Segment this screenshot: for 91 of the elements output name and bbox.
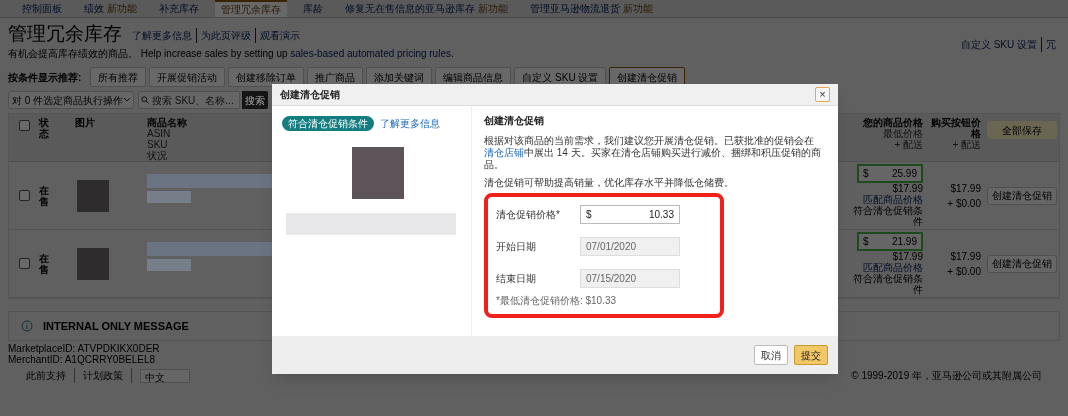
match-price-link[interactable]: 匹配商品价格	[863, 194, 923, 205]
nav-tab[interactable]: 管理冗余库存	[215, 0, 287, 17]
nav-tab[interactable]: 库龄	[297, 0, 329, 17]
buybox-price: $17.99	[949, 249, 981, 264]
new-label: 新功能	[623, 2, 653, 16]
search-icon	[141, 96, 149, 104]
checkbox[interactable]	[18, 190, 30, 201]
min-price-note: *最低清仓促销价格: $10.33	[496, 294, 618, 308]
filter-button[interactable]: 编辑商品信息	[435, 67, 512, 87]
filter-label: 按条件显示推荐:	[8, 70, 82, 85]
nav-tab[interactable]: 修复无在售信息的亚马逊库存 新功能	[339, 0, 514, 17]
nav-tab[interactable]: 管理亚马逊物流退货 新功能	[524, 0, 659, 17]
learn-more-link[interactable]: 了解更多信息	[380, 116, 440, 131]
column-subheader: SKU	[147, 139, 169, 150]
field-label: 清仓促销价格*	[496, 208, 561, 222]
action-dropdown[interactable]: 创建清仓促销	[987, 186, 1057, 205]
column-header: 图片	[75, 117, 96, 128]
message-title: INTERNAL ONLY MESSAGE	[43, 318, 189, 334]
column-header: 商品名称	[147, 117, 188, 128]
clearance-store-link[interactable]: 清仓店铺	[484, 147, 524, 158]
modal-title: 创建清仓促销	[280, 88, 340, 102]
column-subheader: + 配送	[951, 139, 981, 150]
copyright-text: © 1999-2019 年，亚马逊公司或其附属公司	[851, 369, 1042, 383]
status-text: 在售	[39, 252, 50, 275]
section-heading: 创建清仓促销	[484, 114, 545, 128]
lowest-price: $17.99	[892, 252, 923, 262]
checkbox[interactable]	[18, 120, 30, 131]
settings-link[interactable]: 自定义 SKU 设置	[956, 37, 1041, 52]
column-subheader: + 配送	[894, 139, 923, 150]
column-header: 购买按钮价格	[930, 117, 981, 139]
note-text: 清仓促销可帮助提高销量，优化库存水平并降低仓储费。	[484, 176, 735, 190]
photo-placeholder	[77, 179, 109, 212]
id-text: MerchantID: A1QCRRY0BELEL8	[8, 354, 156, 365]
footer-link[interactable]: 此前支持	[26, 368, 75, 383]
action-dropdown[interactable]: 创建清仓促销	[987, 254, 1057, 273]
lowest-price: $17.99	[892, 184, 923, 194]
search-button[interactable]: 搜索	[242, 91, 268, 109]
page-title: 管理冗余库存	[8, 23, 122, 45]
filter-button[interactable]: 创建清仓促销	[609, 67, 686, 87]
filter-button[interactable]: 所有推荐	[90, 67, 147, 87]
bulk-action-dropdown[interactable]: 对 0 件选定商品执行操作	[8, 91, 134, 109]
nav-tab[interactable]: 补充库存	[153, 0, 205, 17]
input-field[interactable]: $ 10.33	[580, 205, 680, 224]
match-price-link[interactable]: 匹配商品价格	[863, 262, 923, 273]
submit-button[interactable]: 提交	[794, 345, 828, 365]
nav-tab[interactable]: 控制面板	[16, 0, 68, 17]
id-text: MarketplaceID: ATVPDKIKX0DER	[8, 343, 160, 354]
eligible-note: 符合清仓促销条件	[852, 205, 923, 227]
price-field[interactable]: $ 21.99	[857, 232, 923, 251]
header-link[interactable]: 观看演示	[255, 28, 304, 43]
column-subheader: ASIN	[147, 128, 172, 139]
eligible-note: 符合清仓促销条件	[852, 273, 923, 295]
column-header: 状态	[39, 117, 50, 139]
header-link[interactable]: 了解更多信息	[128, 28, 196, 43]
pricing-rules-link[interactable]: sales-based automated pricing rules	[290, 48, 451, 59]
filter-button[interactable]: 推广商品	[307, 67, 364, 87]
page-subtitle: 有机会提高库存绩效的商品。 Help increase sales by setting up sales-based automated pricing rules.	[8, 47, 455, 61]
save-all-button[interactable]: 全部保存	[987, 121, 1057, 139]
chevron-down-icon	[124, 98, 130, 102]
checkbox[interactable]	[18, 258, 30, 269]
blurred-text-placeholder	[147, 259, 191, 271]
footer-link[interactable]: 计划政策	[83, 368, 132, 383]
buybox-price: $17.99	[949, 181, 981, 196]
column-subheader: 最低价格	[883, 128, 923, 139]
header-link[interactable]: 为此页评级	[196, 28, 255, 43]
description-text: 根据对该商品的当前需求，我们建议您开展清仓促销。已获批准的促销会在 清仓店铺中展出 14 天。买家在清仓店铺购买进行减价、捆绑和积压促销的商品。	[484, 135, 822, 171]
price-field[interactable]: $ 25.99	[857, 164, 923, 183]
settings-link[interactable]: 冗	[1041, 37, 1060, 52]
cancel-button[interactable]: 取消	[754, 345, 788, 365]
eligible-badge: 符合清仓促销条件	[282, 116, 374, 131]
field-label: 结束日期	[496, 272, 537, 286]
filter-button[interactable]: 创建移除订单	[228, 67, 305, 87]
field-label: 开始日期	[496, 240, 537, 254]
filter-button[interactable]: 自定义 SKU 设置	[514, 67, 607, 87]
blurred-text-placeholder	[147, 191, 191, 203]
status-text: 在售	[39, 184, 50, 207]
photo-placeholder	[352, 147, 404, 199]
new-label: 新功能	[478, 2, 508, 16]
language-dropdown[interactable]: 中文	[140, 368, 190, 383]
shipping-price: + $0.00	[946, 196, 981, 211]
filter-button[interactable]: 添加关键词	[366, 67, 433, 87]
info-icon	[21, 320, 33, 332]
search-field[interactable]: 搜索 SKU、名称...	[138, 91, 240, 109]
column-subheader: 状况	[147, 150, 168, 161]
column-header: 您的商品价格	[862, 117, 923, 128]
filter-button[interactable]: 开展促销活动	[149, 67, 226, 87]
new-label: 新功能	[107, 2, 137, 16]
nav-tab[interactable]: 绩效 新功能	[78, 0, 143, 17]
photo-placeholder	[77, 247, 109, 280]
shipping-price: + $0.00	[946, 264, 981, 279]
close-button[interactable]: ×	[815, 87, 830, 102]
